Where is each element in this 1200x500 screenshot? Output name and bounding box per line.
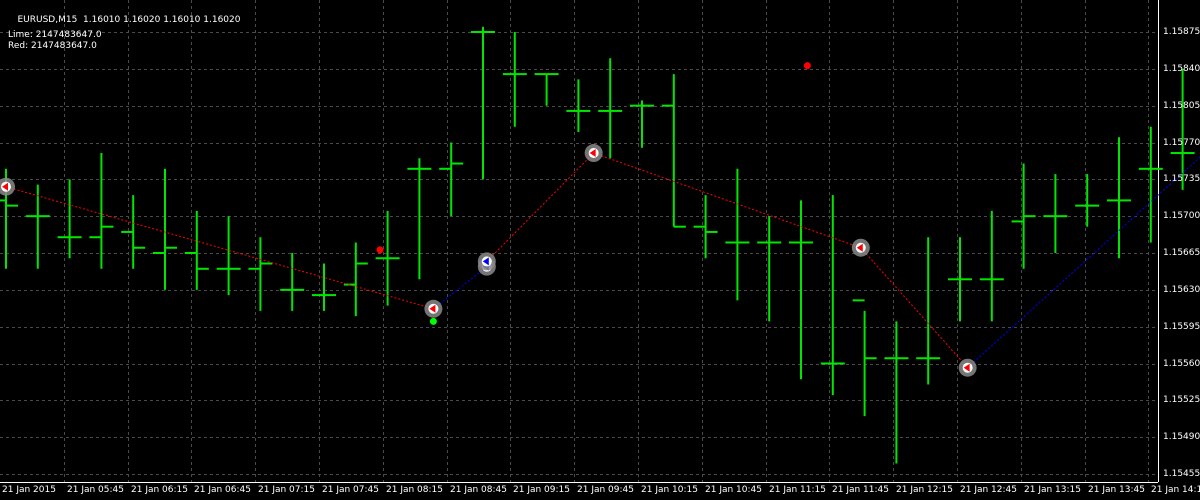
ohlc-bar <box>1075 174 1100 227</box>
ohlc-bar <box>693 195 718 259</box>
time-label: 21 Jan 11:15 <box>769 485 826 495</box>
ohlc-bar <box>948 237 972 322</box>
time-label: 21 Jan 12:45 <box>960 485 1017 495</box>
price-label: 1.15560 <box>1163 359 1200 369</box>
ohlc-values: 1.16010 1.16020 1.16010 1.16020 <box>83 15 241 25</box>
ohlc-bar <box>725 168 750 301</box>
ohlc-bar <box>630 100 654 148</box>
ohlc-bar <box>820 195 845 396</box>
price-label: 1.15700 <box>1163 211 1200 221</box>
ohlc-bar <box>439 142 464 217</box>
ohlc-bar <box>184 210 209 290</box>
ohlc-bar <box>1170 68 1195 190</box>
ohlc-bar <box>661 74 686 228</box>
time-label: 21 Jan 06:15 <box>131 485 188 495</box>
ohlc-bar <box>789 200 813 380</box>
time-label: 21 Jan 14:1 <box>1151 485 1200 495</box>
indicator-dots <box>376 62 811 325</box>
time-label: 21 Jan 08:45 <box>450 485 507 495</box>
signal-link-line <box>433 266 488 310</box>
ohlc-bar <box>1043 174 1068 253</box>
ohlc-bars <box>0 26 1195 464</box>
price-label: 1.15525 <box>1163 395 1200 405</box>
time-label: 21 Jan 11:45 <box>832 485 889 495</box>
ohlc-bar <box>312 263 336 311</box>
ohlc-bar <box>375 210 400 306</box>
ohlc-bar <box>979 210 1004 322</box>
ohlc-bar <box>916 237 941 385</box>
time-label: 21 Jan 05:45 <box>67 485 124 495</box>
time-label: 21 Jan 2015 <box>2 485 56 495</box>
price-label: 1.15805 <box>1163 101 1200 111</box>
time-label: 21 Jan 09:45 <box>577 485 634 495</box>
legend-red: Red: 2147483647.0 <box>8 41 97 51</box>
chart-window[interactable]: EURUSD,M15 1.16010 1.16020 1.16010 1.160… <box>0 0 1200 500</box>
time-label: 21 Jan 07:15 <box>258 485 315 495</box>
symbol-timeframe: EURUSD,M15 <box>17 15 78 25</box>
ohlc-bar <box>566 79 591 132</box>
price-label: 1.15455 <box>1163 469 1200 479</box>
ohlc-bar <box>121 195 146 269</box>
price-label: 1.15630 <box>1163 285 1200 295</box>
chart-axes <box>0 0 1159 483</box>
signal-link-line <box>486 152 595 262</box>
ohlc-bar <box>884 321 909 464</box>
sell-signal-marker <box>851 238 870 257</box>
sell-signal-marker <box>958 358 977 377</box>
time-label: 21 Jan 07:45 <box>322 485 379 495</box>
sell-signal-marker <box>424 299 443 318</box>
time-label: 21 Jan 09:15 <box>513 485 570 495</box>
ohlc-bar <box>25 184 50 269</box>
ohlc-bar <box>1138 126 1163 243</box>
price-label: 1.15770 <box>1163 138 1200 148</box>
buy-signal-marker <box>477 252 496 271</box>
time-label: 21 Jan 12:15 <box>896 485 953 495</box>
ohlc-bar <box>407 158 432 280</box>
price-label: 1.15840 <box>1163 64 1200 74</box>
signal-link-line <box>860 247 969 369</box>
ohlc-bar <box>248 237 273 311</box>
ohlc-bar <box>216 216 241 296</box>
price-label: 1.15735 <box>1163 174 1200 184</box>
price-label: 1.15665 <box>1163 248 1200 258</box>
price-label: 1.15595 <box>1163 322 1200 332</box>
ohlc-bar <box>757 216 782 322</box>
time-label: 21 Jan 10:15 <box>641 485 698 495</box>
ohlc-bar <box>534 73 559 106</box>
ohlc-bar <box>852 299 877 417</box>
signal-lines <box>5 152 1200 369</box>
red-dot-icon <box>803 62 811 70</box>
ohlc-bar <box>89 153 114 269</box>
signal-link-line <box>593 152 861 249</box>
time-label: 21 Jan 13:45 <box>1088 485 1145 495</box>
ohlc-bar <box>343 242 368 317</box>
chart-grid <box>0 0 1158 482</box>
red-dot-icon <box>376 246 384 254</box>
ohlc-bar <box>1107 137 1131 259</box>
time-label: 21 Jan 06:45 <box>194 485 251 495</box>
time-label: 21 Jan 13:15 <box>1024 485 1081 495</box>
ohlc-bar <box>471 26 495 180</box>
time-label: 21 Jan 10:45 <box>705 485 762 495</box>
signal-markers <box>0 144 977 377</box>
ohlc-bar <box>57 179 82 259</box>
price-label: 1.15875 <box>1163 27 1200 37</box>
sell-signal-marker <box>584 144 603 163</box>
price-label: 1.15490 <box>1163 432 1200 442</box>
lime-dot-icon <box>429 317 437 325</box>
ohlc-bar <box>502 32 527 127</box>
price-chart-plot[interactable] <box>0 0 1200 500</box>
time-label: 21 Jan 08:15 <box>386 485 443 495</box>
ohlc-bar <box>280 253 305 311</box>
legend-lime: Lime: 2147483647.0 <box>8 30 102 40</box>
sell-signal-marker <box>0 177 15 196</box>
